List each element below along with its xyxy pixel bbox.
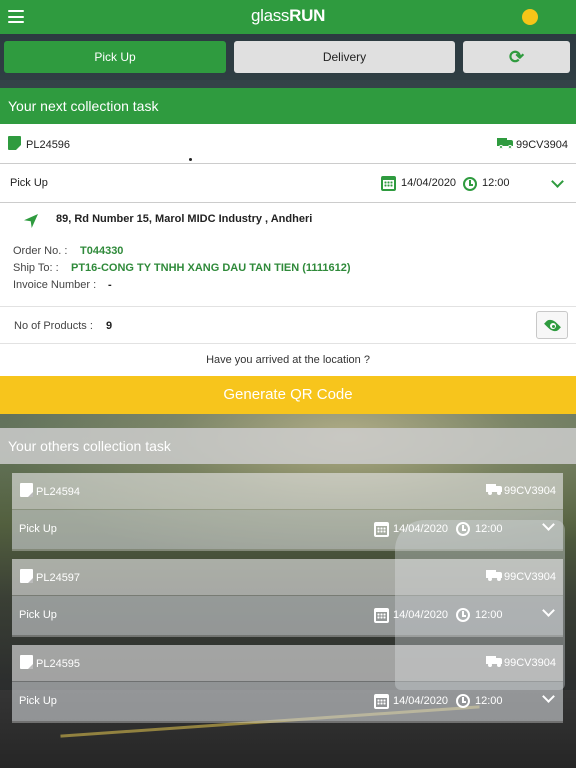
other-task-id-row: PL24594 99CV3904	[12, 473, 563, 509]
top-app-bar: glassRUN	[0, 0, 576, 34]
ship-to-label: Ship To: :	[13, 262, 59, 274]
document-icon	[8, 136, 21, 150]
vehicle-number: 99CV3904	[504, 485, 556, 497]
truck-icon	[497, 138, 513, 149]
tab-pick-up[interactable]: Pick Up	[4, 41, 226, 73]
document-icon	[20, 483, 33, 497]
calendar-icon	[374, 608, 389, 623]
clock-icon	[456, 608, 470, 622]
pl-number: PL24597	[36, 572, 81, 584]
calendar-icon	[374, 522, 389, 537]
clock-icon	[456, 694, 470, 708]
other-task-card[interactable]: PL24594 99CV3904 Pick Up 14/04/2020 12:0…	[12, 473, 563, 551]
navigation-arrow-icon[interactable]	[24, 214, 38, 228]
task-type: Pick Up	[19, 695, 57, 707]
other-task-schedule-row: Pick Up 14/04/2020 12:00	[12, 682, 563, 721]
vehicle-number: 99CV3904	[516, 139, 568, 151]
invoice-number-label: Invoice Number :	[13, 279, 97, 291]
view-products-button[interactable]	[536, 311, 568, 339]
products-label: No of Products :	[14, 320, 93, 332]
pl-number: PL24595	[36, 658, 81, 670]
task-time: 12:00	[475, 523, 503, 535]
truck-icon	[486, 484, 502, 495]
pl-number: PL24594	[36, 486, 81, 498]
calendar-icon	[374, 694, 389, 709]
next-task-header: Your next collection task	[0, 88, 576, 124]
other-task-id-row: PL24595 99CV3904	[12, 645, 563, 681]
next-task-id-row: PL24596 99CV3904	[0, 124, 576, 164]
truck-icon	[486, 570, 502, 581]
next-task-schedule-row[interactable]: Pick Up 14/04/2020 12:00	[0, 165, 576, 203]
task-type: Pick Up	[19, 523, 57, 535]
document-icon	[20, 569, 33, 583]
pl-number: PL24596	[26, 139, 71, 151]
document-icon	[20, 655, 33, 669]
tab-strip: Pick Up Delivery ⟳	[0, 34, 576, 80]
task-date: 14/04/2020	[393, 609, 449, 621]
app-title-bold: RUN	[289, 6, 326, 25]
refresh-button[interactable]: ⟳	[463, 41, 570, 73]
task-type: Pick Up	[19, 609, 57, 621]
products-count: 9	[106, 320, 113, 332]
other-task-schedule-row: Pick Up 14/04/2020 12:00	[12, 510, 563, 549]
other-task-schedule-row: Pick Up 14/04/2020 12:00	[12, 596, 563, 635]
clock-icon	[456, 522, 470, 536]
eye-pupil	[550, 323, 556, 329]
other-task-id-row: PL24597 99CV3904	[12, 559, 563, 595]
other-tasks-header: Your others collection task	[0, 428, 576, 464]
generate-qr-code-button[interactable]: Generate QR Code	[0, 376, 576, 414]
app-logo: glassRUN	[0, 6, 576, 26]
other-task-card[interactable]: PL24595 99CV3904 Pick Up 14/04/2020 12:0…	[12, 645, 563, 723]
other-task-card[interactable]: PL24597 99CV3904 Pick Up 14/04/2020 12:0…	[12, 559, 563, 637]
task-type: Pick Up	[10, 177, 48, 189]
clock-icon	[463, 177, 477, 191]
task-date: 14/04/2020	[393, 695, 449, 707]
task-date: 14/04/2020	[393, 523, 449, 535]
vehicle-number: 99CV3904	[504, 657, 556, 669]
chevron-down-icon[interactable]	[542, 690, 555, 703]
next-task-card: PL24596 99CV3904 Pick Up 14/04/2020 12:0…	[0, 124, 576, 414]
task-time: 12:00	[475, 695, 503, 707]
status-indicator	[522, 9, 538, 25]
task-date: 14/04/2020	[401, 177, 457, 189]
task-address: 89, Rd Number 15, Marol MIDC Industry , …	[56, 213, 313, 225]
calendar-icon	[381, 176, 396, 191]
order-number-label: Order No. :	[13, 245, 68, 257]
chevron-down-icon[interactable]	[551, 175, 564, 188]
chevron-down-icon[interactable]	[542, 604, 555, 617]
refresh-icon: ⟳	[508, 47, 525, 67]
chevron-down-icon[interactable]	[542, 518, 555, 531]
arrival-prompt: Have you arrived at the location ?	[206, 354, 370, 366]
products-row: No of Products : 9	[0, 306, 576, 344]
divider-dot	[189, 158, 192, 161]
ship-to-value: PT16-CONG TY TNHH XANG DAU TAN TIEN (111…	[71, 262, 351, 274]
order-number-value: T044330	[80, 245, 124, 257]
tab-delivery[interactable]: Delivery	[234, 41, 455, 73]
vehicle-number: 99CV3904	[504, 571, 556, 583]
app-title-light: glass	[250, 6, 290, 25]
task-time: 12:00	[482, 177, 510, 189]
invoice-number-value: -	[108, 279, 112, 291]
task-time: 12:00	[475, 609, 503, 621]
truck-icon	[486, 656, 502, 667]
